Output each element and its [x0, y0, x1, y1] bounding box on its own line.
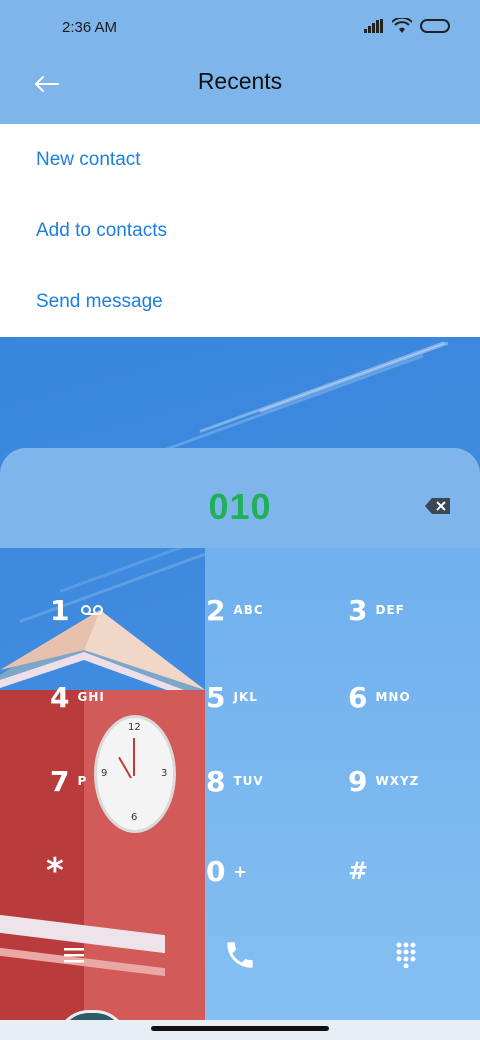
key-4[interactable]: 4 GHI	[50, 662, 170, 732]
key-8[interactable]: 8 TUV	[206, 746, 326, 816]
key-1[interactable]: 1	[50, 575, 170, 645]
dialpad-icon	[396, 942, 416, 968]
key-star[interactable]: *	[46, 836, 166, 906]
key-3[interactable]: 3 DEF	[348, 575, 468, 645]
call-button[interactable]	[210, 930, 270, 980]
home-indicator[interactable]	[151, 1026, 329, 1031]
backspace-button[interactable]	[424, 496, 454, 518]
backspace-icon	[425, 498, 450, 514]
dialpad-toggle-button[interactable]	[376, 930, 436, 980]
send-message-item[interactable]: Send message	[0, 266, 480, 337]
page-title: Recents	[197, 68, 283, 94]
status-bar: 2:36 AM	[0, 0, 480, 56]
menu-icon	[64, 948, 84, 963]
app-bar: Recents	[0, 56, 480, 124]
key-0[interactable]: 0 +	[206, 836, 326, 906]
new-contact-item[interactable]: New contact	[0, 124, 480, 195]
key-9[interactable]: 9 WXYZ	[348, 746, 468, 816]
signal-icon	[364, 19, 383, 33]
recent-actions-menu: New contact Add to contacts Send message	[0, 124, 480, 337]
number-display: 010	[0, 448, 480, 548]
key-2[interactable]: 2 ABC	[206, 575, 326, 645]
dialed-number: 010	[208, 486, 272, 527]
menu-button[interactable]	[44, 930, 104, 980]
voicemail-icon	[81, 605, 104, 615]
key-6[interactable]: 6 MNO	[348, 662, 468, 732]
key-7[interactable]: 7 P	[50, 746, 170, 816]
phone-icon	[227, 942, 253, 968]
battery-icon	[420, 19, 450, 33]
key-5[interactable]: 5 JKL	[206, 662, 326, 732]
status-time: 2:36 AM	[62, 19, 118, 36]
wifi-icon	[392, 18, 412, 33]
key-hash[interactable]: #	[348, 836, 468, 906]
add-to-contacts-item[interactable]: Add to contacts	[0, 195, 480, 266]
